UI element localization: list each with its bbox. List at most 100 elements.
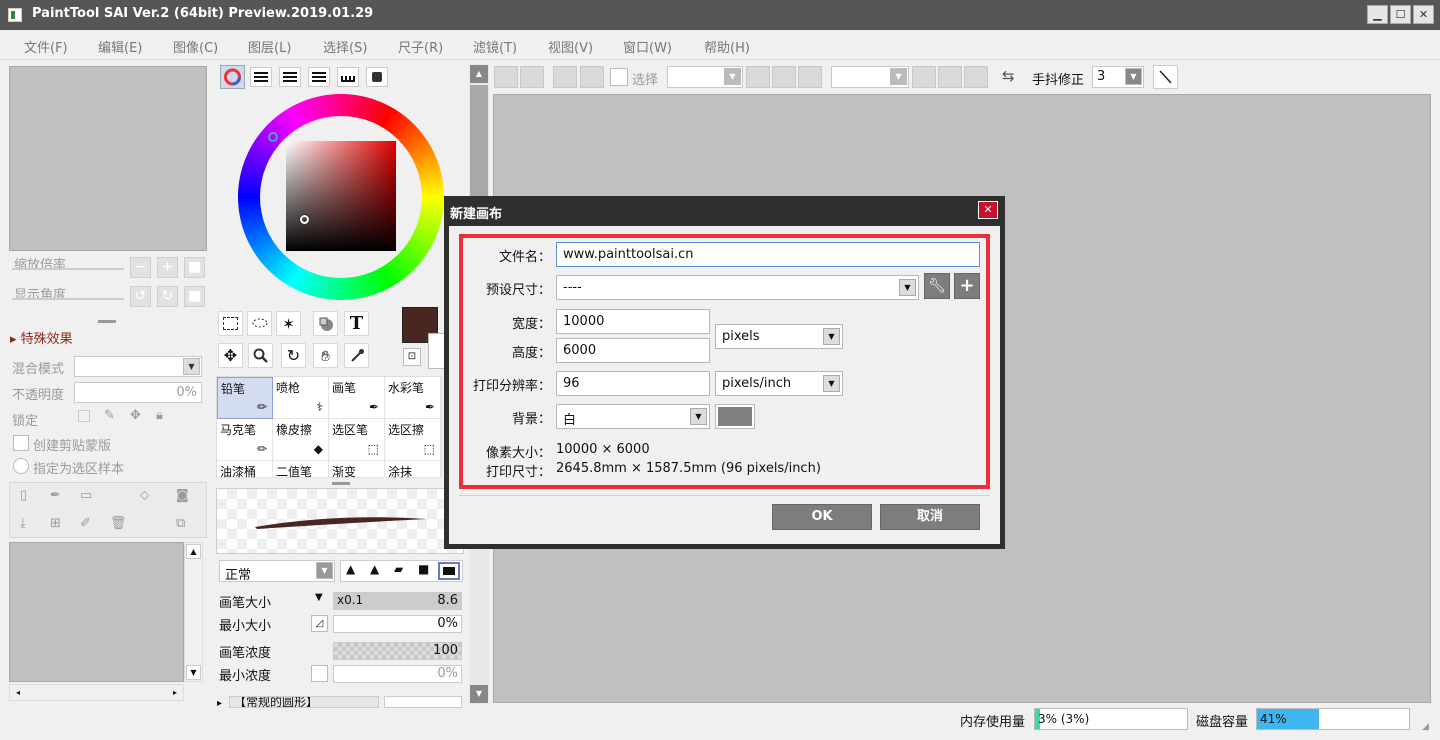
preset-settings-button[interactable]: 🔧︎ [924,273,950,299]
unit-select[interactable]: pixels ▼ [715,324,843,349]
brush-shape-select[interactable]: 【常规的圆形】 [229,696,379,708]
hue-cursor[interactable] [268,132,278,142]
min-size-slider[interactable]: 0% [333,615,462,633]
opacity-slider[interactable]: 0% [74,382,202,403]
menu-layer[interactable]: 图层(L) [248,37,291,56]
brush-pencil[interactable]: 铅笔 ✏ [217,377,273,419]
delete-layer-icon[interactable]: 🗑︎ [110,516,127,531]
edge-hard-icon[interactable]: ▰ [394,562,403,576]
menu-window[interactable]: 窗口(W) [623,37,672,56]
width-input[interactable]: 10000 [556,309,710,334]
lock-move-icon[interactable]: ✥ [130,408,141,423]
menu-filter[interactable]: 滤镜(T) [473,37,517,56]
new-folder-icon[interactable]: ▭ [80,488,92,503]
pressure-density-checkbox[interactable] [311,665,328,682]
brush-airbrush[interactable]: 喷枪 ⚕ [273,377,329,419]
color-tab-scratchpad[interactable] [366,67,388,87]
lock-all-icon[interactable]: 🔒︎ [156,408,163,423]
rotate-left-button[interactable]: ↺ [130,286,151,307]
merge-all-icon[interactable]: ⧉ [176,516,185,531]
color-tab-mixer[interactable] [308,67,330,87]
lock-transparency-icon[interactable] [78,410,90,422]
selection-mode-select[interactable]: ▼ [667,66,743,88]
tool-rotate[interactable]: ↻ [281,343,306,368]
color-tab-wheel[interactable] [220,65,245,89]
navigator-preview[interactable] [9,66,207,251]
panel-divider[interactable] [98,320,116,323]
brush-gradient[interactable]: 渐变 [329,461,385,479]
lock-paint-icon[interactable]: ✎ [104,408,115,423]
tool-text[interactable]: T [344,311,369,336]
layer-effect-icon[interactable]: ⬦ [140,488,149,503]
menu-help[interactable]: 帮助(H) [704,37,750,56]
menu-select[interactable]: 选择(S) [323,37,367,56]
new-linework-icon[interactable]: ✒ [50,488,61,503]
brush-brush[interactable]: 画笔 ✒ [329,377,385,419]
zoom-out-button[interactable]: − [130,257,151,278]
ok-button[interactable]: OK [772,504,872,530]
saturation-value-square[interactable] [286,141,396,251]
bg-select[interactable]: 白 ▼ [556,404,710,429]
edge-soft-icon[interactable]: ▲ [346,562,355,576]
cancel-button[interactable]: 取消 [880,504,980,530]
merge-down-icon[interactable]: ⊞ [50,516,61,531]
layer-list-hscroll[interactable]: ◂ ▸ [9,684,184,701]
edge-full-icon[interactable] [438,562,460,580]
flip-icon[interactable]: ⇆ [1002,67,1015,85]
redo-button[interactable] [520,66,544,88]
brush-smudge[interactable]: 涂抹 [385,461,441,479]
dpi-unit-select[interactable]: pixels/inch ▼ [715,371,843,396]
brush-texture-select[interactable] [384,696,462,708]
mask-icon[interactable]: ◙ [176,488,189,503]
tool-lasso[interactable] [247,311,272,336]
tool-hand[interactable]: ✋︎ [313,343,338,368]
zoom-out-toolbar-button[interactable] [746,66,770,88]
blend-mode-select[interactable]: ▼ [74,356,202,377]
sv-cursor[interactable] [300,215,309,224]
preset-add-button[interactable]: + [954,273,980,299]
menu-view[interactable]: 视图(V) [548,37,593,56]
dpi-input[interactable]: 96 [556,371,710,396]
edge-medium-icon[interactable]: ▲ [370,562,379,576]
color-tab-hsv[interactable] [279,67,301,87]
sample-radio[interactable] [13,458,29,474]
maximize-button[interactable]: ☐ [1390,5,1411,24]
layer-list-vscroll[interactable]: ▲ ▼ [184,542,203,682]
zoom-slider[interactable] [12,268,124,270]
color-tab-rgb[interactable] [250,67,272,87]
zoom-reset-toolbar-button[interactable] [798,66,822,88]
brush-panel-divider[interactable] [332,482,350,485]
transfer-down-icon[interactable]: ⤓ [20,516,26,531]
menu-edit[interactable]: 编辑(E) [98,37,142,56]
select-checkbox[interactable] [610,68,628,86]
rotate-right-button[interactable]: ↻ [157,286,178,307]
straight-line-button[interactable] [1153,65,1178,89]
rotate-reset-button[interactable]: ■ [184,286,205,307]
rotate-left-toolbar-button[interactable] [912,66,936,88]
brush-watercolor[interactable]: 水彩笔 ✒ [385,377,441,419]
deselect-button[interactable] [553,66,577,88]
layer-list[interactable] [9,542,184,682]
menu-file[interactable]: 文件(F) [24,37,68,56]
undo-button[interactable] [494,66,518,88]
blend-mode-dropdown[interactable]: 正常 ▼ [219,560,335,583]
tool-shape[interactable] [313,311,338,336]
brush-bucket[interactable]: 油漆桶 [217,461,273,479]
close-button[interactable]: ✕ [1413,5,1434,24]
pressure-size-icon[interactable]: ◿ [311,615,328,632]
preset-select[interactable]: ---- ▼ [556,275,919,300]
rotate-slider[interactable] [12,298,124,300]
size-multiplier-dropdown-icon[interactable]: ▼ [315,592,323,603]
filename-input[interactable]: www.painttoolsai.cn [556,242,980,267]
brush-size-slider[interactable]: x0.1 8.6 [333,592,462,610]
brush-eraser[interactable]: 橡皮擦 ◆ [273,419,329,461]
min-density-slider[interactable]: 0% [333,665,462,683]
resize-grip-icon[interactable]: ◢ [1422,722,1429,732]
brush-select-pen[interactable]: 选区笔 ⬚ [329,419,385,461]
height-input[interactable]: 6000 [556,338,710,363]
brush-binary[interactable]: 二值笔 [273,461,329,479]
tool-magic-wand[interactable]: ✶ [276,311,301,336]
tool-eyedropper[interactable] [344,343,369,368]
clear-layer-icon[interactable]: ✐ [80,516,91,531]
clip-checkbox[interactable] [13,435,29,451]
